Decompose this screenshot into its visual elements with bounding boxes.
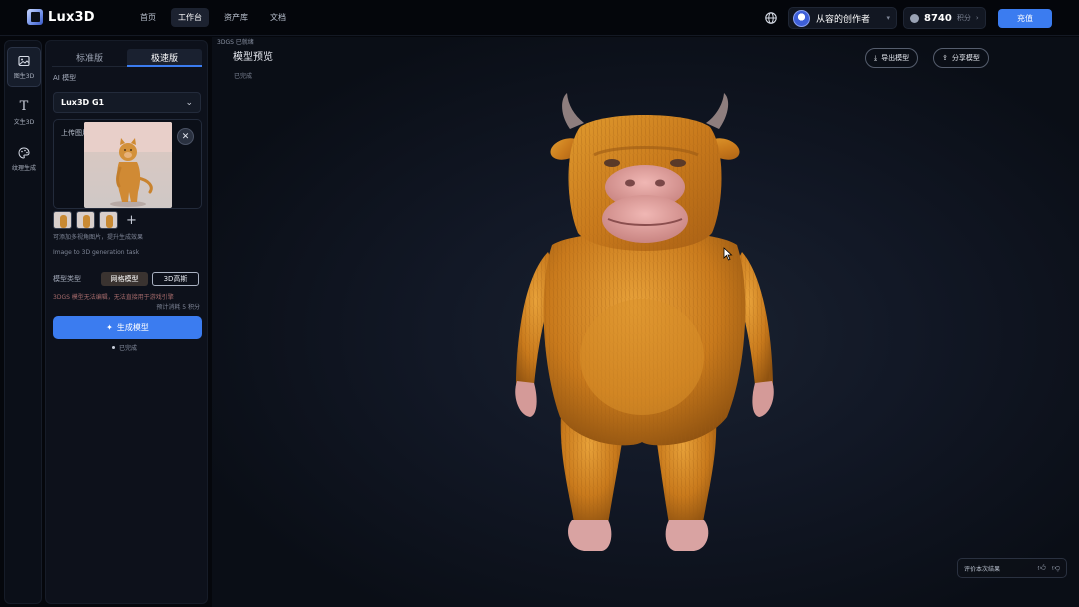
model-select[interactable]: Lux3D G1 ⌄ [53,92,201,113]
cost-estimate: 预计消耗 5 积分 [156,304,200,311]
rail-item-texture[interactable]: 纹理生成 [7,139,41,179]
model-viewport[interactable]: 3DGS 已就绪 模型预览 已完成 ⤓ 导出模型 ⇪ 分享模型 评价本次结果 👍… [212,37,1079,607]
globe-icon[interactable] [764,11,778,25]
palette-icon [18,147,30,159]
tab-standard[interactable]: 标准版 [52,49,127,67]
nav-item-home[interactable]: 首页 [133,8,163,27]
rail-label: 图生3D [13,73,35,80]
uploaded-image-preview [84,122,172,208]
model-type-toggle: 网格模型 3D高斯 [101,272,199,286]
thumbnail[interactable] [99,211,118,229]
generation-panel: 标准版 极速版 AI 模型 Lux3D G1 ⌄ 上传图片 ✕ + 可添加多视角… [45,40,208,604]
generate-label: 生成模型 [116,323,149,332]
user-name: 从容的创作者 [816,14,871,25]
nav-item-assets[interactable]: 资产库 [217,8,255,27]
thumbs-down-icon[interactable]: 👎︎ [1052,563,1060,573]
generation-status: 已完成 [112,343,137,352]
chevron-down-icon: ▾ [886,14,890,22]
version-tabs: 标准版 极速版 [52,49,202,67]
app-logo[interactable]: Lux3D [27,9,95,25]
type-option-gaussian[interactable]: 3D高斯 [152,272,199,286]
remove-image-button[interactable]: ✕ [177,128,194,145]
mouse-cursor-icon [723,247,733,261]
generate-button[interactable]: ✦ 生成模型 [53,316,202,339]
model-type-label: 模型类型 [53,275,81,283]
nav-item-docs[interactable]: 文档 [263,8,293,27]
credits-unit: 积分 [956,14,971,22]
model-select-value: Lux3D G1 [61,98,105,107]
thumbnail[interactable] [76,211,95,229]
feedback-bar: 评价本次结果 👍︎ 👎︎ [957,558,1067,578]
feedback-text: 评价本次结果 [964,565,1001,573]
multi-view-hint: 可添加多视角图片，提升生成效果 [53,234,144,241]
top-bar: Lux3D 首页 工作台 资产库 文档 从容的创作者 ▾ 8740 积分 › 充… [0,0,1079,36]
rail-item-image-to-3d[interactable]: 图生3D [7,47,41,87]
main-nav: 首页 工作台 资产库 文档 [133,8,293,27]
model-type-row: 模型类型 网格模型 3D高斯 [53,272,202,286]
nav-item-workspace[interactable]: 工作台 [171,8,209,27]
recharge-button[interactable]: 充值 [998,8,1052,28]
type-option-mesh[interactable]: 网格模型 [101,272,148,286]
multi-view-thumbnails: + [53,211,141,229]
thumbs-up-icon[interactable]: 👍︎ [1038,563,1046,573]
image-icon [18,55,30,67]
3d-model-render [515,93,774,551]
chevron-down-icon: ⌄ [185,97,193,108]
image-upload-area[interactable]: 上传图片 ✕ [53,119,202,209]
tab-fast[interactable]: 极速版 [127,49,202,67]
credits-count: 8740 [924,12,952,24]
thumbnail[interactable] [53,211,72,229]
status-text: 已完成 [119,345,138,352]
coin-icon [910,13,919,23]
credits-chip[interactable]: 8740 积分 › [903,7,986,29]
rail-item-text-to-3d[interactable]: T 文生3D [7,93,41,133]
sparkle-icon: ✦ [106,323,113,332]
type-warning: 3DGS 模型无法编辑，无法直接用于游戏引擎 [53,294,174,301]
ai-model-label: AI 模型 [53,74,77,82]
rail-label: 纹理生成 [11,165,36,172]
feedback-actions: 👍︎ 👎︎ [1038,563,1061,573]
user-menu[interactable]: 从容的创作者 ▾ [788,7,897,29]
app-name: Lux3D [48,9,95,25]
add-image-icon[interactable]: + [122,211,141,229]
text-icon: T [19,99,29,114]
tool-rail: 图生3D T 文生3D 纹理生成 [4,40,42,604]
rail-label: 文生3D [13,119,35,126]
logo-icon [27,9,43,25]
task-hint: Image to 3D generation task [53,249,140,256]
header-actions: 从容的创作者 ▾ 8740 积分 › 充值 [764,7,1052,29]
chevron-right-icon: › [975,14,979,22]
status-dot-icon [112,346,115,349]
avatar [793,9,810,27]
